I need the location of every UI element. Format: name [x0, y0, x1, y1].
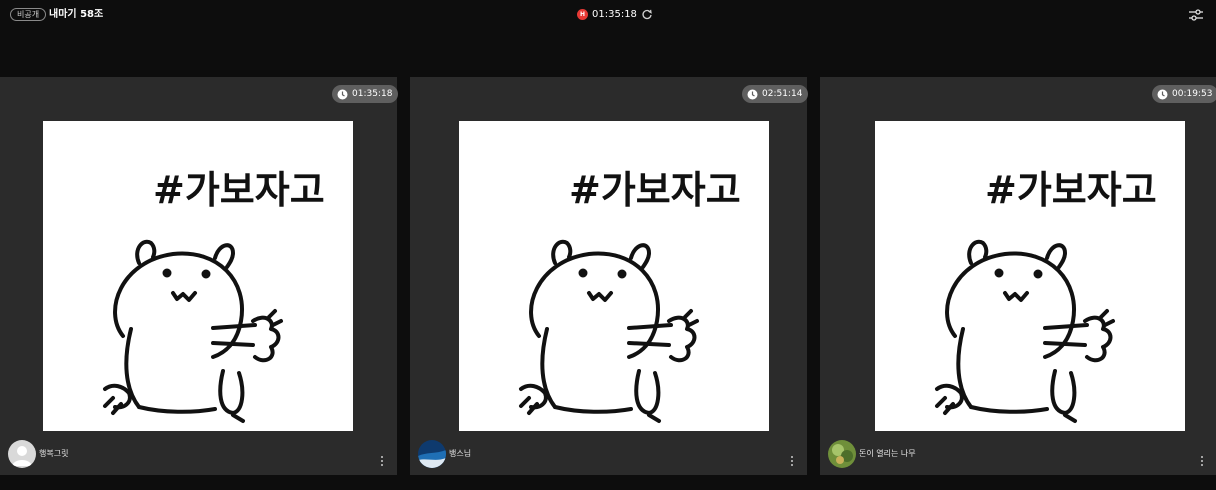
overlay-text: #가보자고 [569, 168, 741, 212]
participant-tile[interactable]: 00:19:53 #가보자고 돈이 열리는 나무 [820, 77, 1216, 475]
participant-tile[interactable]: 01:35:18 #가보자고 행복그릿 [0, 77, 399, 475]
top-bar: 비공개 내마기 58조 H 01:35:18 [0, 0, 1216, 30]
privacy-badge: 비공개 [10, 8, 47, 21]
participant-name: 뱅스님 [449, 449, 472, 458]
video-frame: #가보자고 [459, 121, 769, 431]
tile-timer-badge: 01:35:18 [332, 85, 399, 103]
record-indicator-icon: H [577, 9, 588, 20]
bear-illustration [935, 239, 1115, 423]
more-vert-icon[interactable] [380, 455, 384, 467]
overlay-text: #가보자고 [985, 168, 1157, 212]
more-vert-icon[interactable] [790, 455, 794, 467]
avatar[interactable] [8, 440, 36, 468]
participant-name: 돈이 열리는 나무 [859, 449, 916, 458]
participant-tile[interactable]: 02:51:14 #가보자고 뱅스님 [410, 77, 809, 475]
clock-icon [747, 89, 758, 99]
tile-timer-badge: 02:51:14 [742, 85, 809, 103]
tile-timer-badge: 00:19:53 [1152, 85, 1216, 103]
tile-timer-text: 00:19:53 [1172, 88, 1213, 99]
avatar[interactable] [418, 440, 446, 468]
settings-icon[interactable] [1188, 8, 1204, 22]
overlay-text: #가보자고 [153, 168, 325, 212]
clock-icon [1157, 89, 1168, 99]
video-frame: #가보자고 [875, 121, 1185, 431]
video-frame: #가보자고 [43, 121, 353, 431]
session-timer: H 01:35:18 [577, 8, 653, 21]
avatar[interactable] [828, 440, 856, 468]
bear-illustration [103, 239, 283, 423]
more-vert-icon[interactable] [1200, 455, 1204, 467]
clock-icon [337, 89, 348, 99]
tile-timer-text: 02:51:14 [762, 88, 803, 99]
tile-timer-text: 01:35:18 [352, 88, 393, 99]
session-timer-text: 01:35:18 [592, 9, 637, 20]
refresh-icon[interactable] [641, 9, 653, 21]
bear-illustration [519, 239, 699, 423]
participant-name: 행복그릿 [39, 449, 69, 458]
room-title: 내마기 58조 [49, 9, 104, 20]
